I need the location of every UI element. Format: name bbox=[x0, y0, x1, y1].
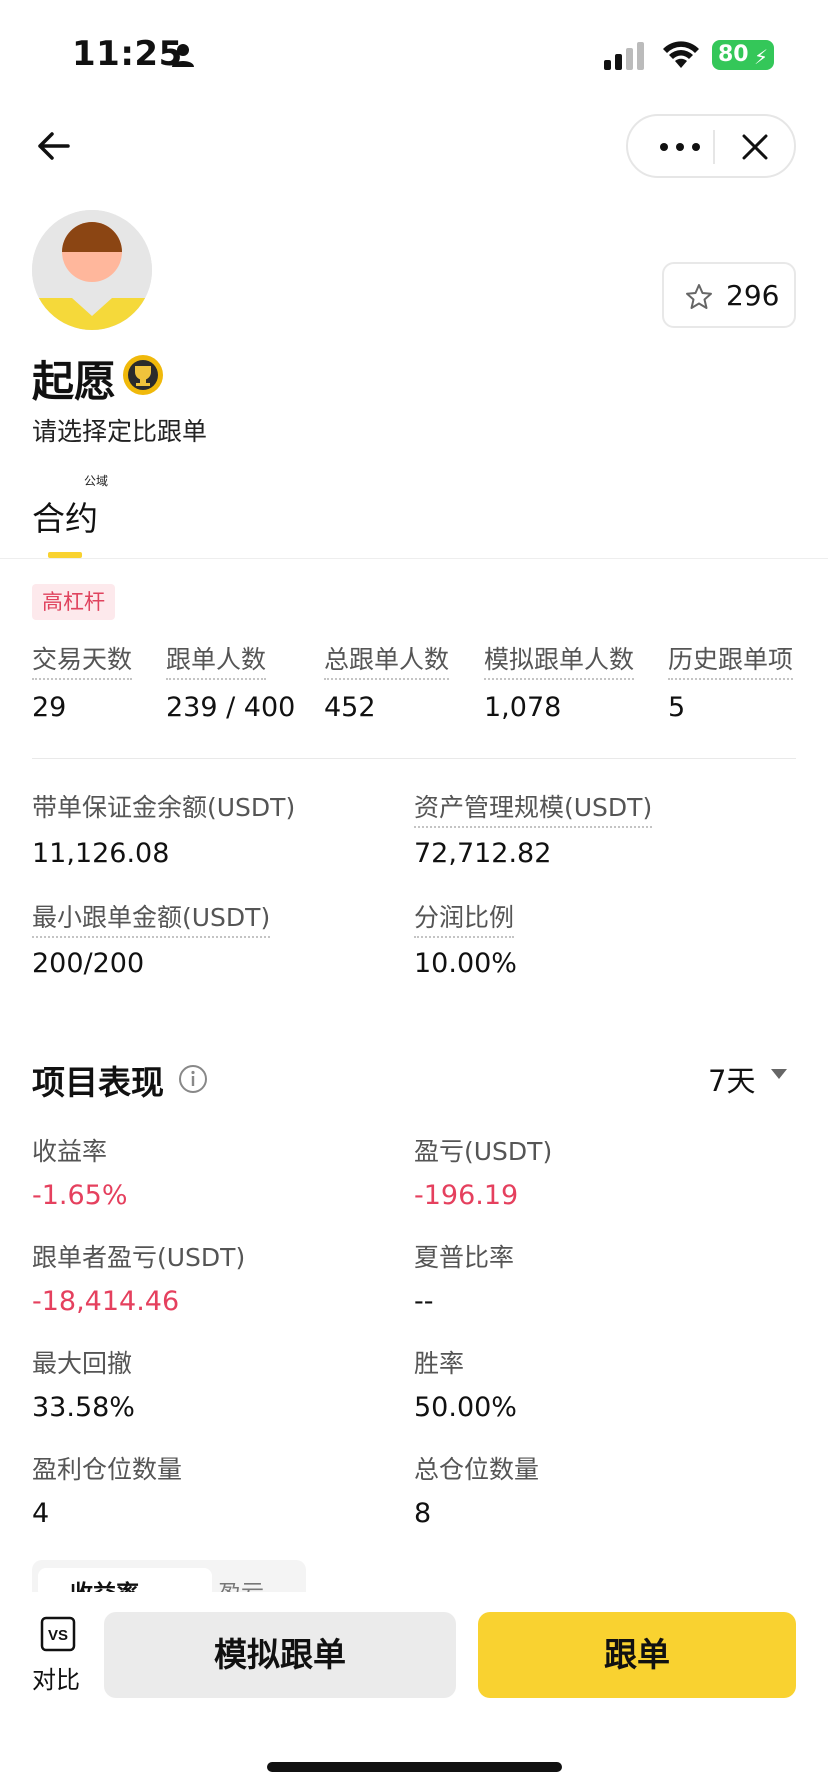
tab-superscript: 公域 bbox=[84, 474, 109, 488]
tab-contract[interactable]: 合约 bbox=[32, 492, 98, 540]
vs-icon-text: VS bbox=[48, 1627, 68, 1644]
compare-label[interactable]: 对比 bbox=[32, 1660, 80, 1695]
simulate-copy-button[interactable]: 模拟跟单 bbox=[104, 1612, 456, 1698]
detail-value-aum: 72,712.82 bbox=[414, 838, 552, 869]
metric-value-win-rate: 50.00% bbox=[414, 1392, 517, 1423]
battery-level: 80 bbox=[718, 42, 749, 67]
detail-value-margin-balance: 11,126.08 bbox=[32, 838, 170, 869]
stat-value-simulated-followers: 1,078 bbox=[484, 692, 562, 723]
back-arrow-icon[interactable] bbox=[34, 126, 74, 166]
metric-value-return-rate: -1.65% bbox=[32, 1180, 128, 1211]
stat-value-followers: 239 / 400 bbox=[166, 692, 296, 723]
battery-indicator: 80 ⚡ bbox=[712, 40, 774, 70]
compare-vs-icon[interactable]: VS bbox=[40, 1616, 76, 1652]
info-icon[interactable] bbox=[178, 1064, 208, 1094]
detail-label-margin-balance: 带单保证金余额(USDT) bbox=[32, 793, 296, 822]
period-selector[interactable]: 7天 bbox=[708, 1058, 755, 1100]
stat-value-trading-days: 29 bbox=[32, 692, 67, 723]
chart-tab-pnl[interactable]: 盈亏 bbox=[218, 1574, 264, 1592]
stat-label-total-followers[interactable]: 总跟单人数 bbox=[324, 640, 450, 680]
detail-value-profit-share: 10.00% bbox=[414, 948, 517, 979]
more-options-icon[interactable] bbox=[656, 134, 704, 160]
high-leverage-tag: 高杠杆 bbox=[32, 584, 115, 620]
metric-label-return-rate: 收益率 bbox=[32, 1137, 108, 1166]
metric-value-total-positions: 8 bbox=[414, 1498, 432, 1529]
profile-subtitle: 请选择定比跟单 bbox=[32, 417, 208, 446]
metric-label-max-drawdown: 最大回撤 bbox=[32, 1349, 133, 1378]
detail-label-min-copy-amount[interactable]: 最小跟单金额(USDT) bbox=[32, 898, 271, 938]
stat-label-trading-days[interactable]: 交易天数 bbox=[32, 640, 133, 680]
avatar-illustration bbox=[32, 210, 152, 330]
star-icon bbox=[686, 284, 712, 309]
stat-value-history-items: 5 bbox=[668, 692, 686, 723]
close-icon[interactable] bbox=[740, 132, 770, 162]
metric-value-max-drawdown: 33.58% bbox=[32, 1392, 135, 1423]
trader-name: 起愿 bbox=[32, 357, 117, 406]
charging-bolt-icon: ⚡ bbox=[753, 45, 768, 69]
metric-value-follower-pnl: -18,414.46 bbox=[32, 1286, 180, 1317]
favorite-count: 296 bbox=[726, 279, 780, 312]
metric-label-profitable-positions: 盈利仓位数量 bbox=[32, 1455, 183, 1484]
detail-label-aum[interactable]: 资产管理规模(USDT) bbox=[414, 788, 653, 828]
metric-label-total-positions: 总仓位数量 bbox=[414, 1455, 540, 1484]
tab-divider bbox=[0, 558, 828, 559]
nav-actions-pill bbox=[626, 114, 796, 178]
stats-divider bbox=[32, 758, 796, 759]
person-icon bbox=[172, 44, 194, 67]
wifi-icon bbox=[663, 41, 699, 68]
metric-label-win-rate: 胜率 bbox=[414, 1349, 465, 1378]
metric-label-follower-pnl: 跟单者盈亏(USDT) bbox=[32, 1243, 246, 1272]
avatar[interactable] bbox=[32, 210, 152, 330]
metric-value-pnl: -196.19 bbox=[414, 1180, 519, 1211]
detail-label-profit-share[interactable]: 分润比例 bbox=[414, 898, 515, 938]
copy-trade-button[interactable]: 跟单 bbox=[478, 1612, 796, 1698]
performance-title: 项目表现 bbox=[32, 1063, 164, 1102]
chart-mode-tabs: 收益率 盈亏 bbox=[32, 1560, 306, 1592]
stat-label-followers[interactable]: 跟单人数 bbox=[166, 640, 267, 680]
status-time: 11:25 bbox=[72, 34, 183, 74]
metric-label-pnl: 盈亏(USDT) bbox=[414, 1137, 553, 1166]
cellular-signal-icon bbox=[604, 42, 644, 70]
home-indicator bbox=[267, 1762, 562, 1772]
caret-down-icon[interactable] bbox=[770, 1068, 788, 1080]
metric-value-profitable-positions: 4 bbox=[32, 1498, 50, 1529]
pill-divider bbox=[713, 130, 715, 164]
favorite-button[interactable]: 296 bbox=[662, 262, 796, 328]
chart-tab-return-rate[interactable]: 收益率 bbox=[70, 1574, 139, 1592]
stat-label-history-items[interactable]: 历史跟单项 bbox=[668, 640, 794, 680]
stat-value-total-followers: 452 bbox=[324, 692, 376, 723]
trophy-badge-icon bbox=[123, 355, 163, 395]
metric-value-sharpe-ratio: -- bbox=[414, 1286, 434, 1317]
detail-value-min-copy-amount: 200/200 bbox=[32, 948, 145, 979]
metric-label-sharpe-ratio: 夏普比率 bbox=[414, 1243, 515, 1272]
stat-label-simulated-followers[interactable]: 模拟跟单人数 bbox=[484, 640, 635, 680]
